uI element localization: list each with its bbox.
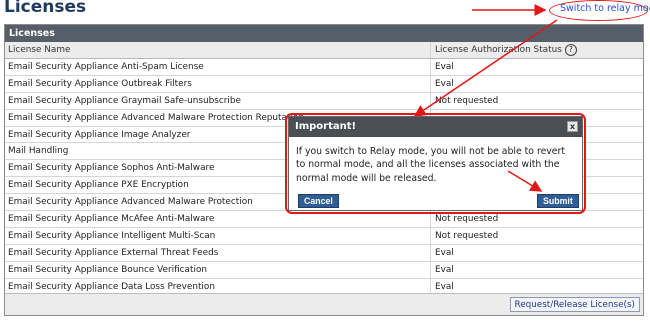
help-icon[interactable]: ? [564, 43, 577, 56]
important-dialog: Important! x If you switch to Relay mode… [288, 116, 583, 211]
table-row: Email Security Appliance External Threat… [5, 244, 643, 262]
panel-footer: Request/Release License(s) [5, 293, 643, 315]
license-status: Eval [435, 264, 454, 275]
license-name: Email Security Appliance Bounce Verifica… [8, 264, 207, 275]
license-name: Email Security Appliance Sophos Anti-Mal… [8, 163, 215, 174]
dialog-header: Important! x [289, 117, 582, 137]
license-name: Email Security Appliance Outbreak Filter… [8, 78, 192, 89]
license-status: Not requested [435, 95, 499, 106]
license-name: Email Security Appliance External Threat… [8, 247, 219, 258]
panel-header: Licenses [5, 25, 643, 42]
table-row: Email Security Appliance Intelligent Mul… [5, 227, 643, 245]
license-name: Email Security Appliance Intelligent Mul… [8, 230, 216, 241]
license-status: Not requested [435, 230, 499, 241]
license-name: Email Security Appliance Anti-Spam Licen… [8, 62, 204, 72]
license-name: Email Security Appliance Advanced Malwar… [8, 197, 253, 208]
license-status: Not requested [435, 214, 499, 225]
license-status: Eval [435, 62, 454, 72]
cancel-button[interactable]: Cancel [298, 194, 339, 208]
license-name: Email Security Appliance Advanced Malwar… [8, 112, 304, 123]
table-row: Email Security Appliance Graymail Safe-u… [5, 92, 643, 110]
table-row: Email Security Appliance Bounce Verifica… [5, 261, 643, 279]
license-status: Eval [435, 247, 454, 258]
close-icon[interactable]: x [567, 121, 578, 132]
submit-button[interactable]: Submit [537, 194, 579, 208]
column-license-name: License Name [8, 45, 71, 55]
request-release-licenses-button[interactable]: Request/Release License(s) [509, 297, 640, 312]
license-name: Mail Handling [8, 146, 69, 157]
table-row: Email Security Appliance McAfee Anti-Mal… [5, 211, 643, 228]
table-row: Email Security Appliance Outbreak Filter… [5, 75, 643, 93]
column-authorization-status: License Authorization Status? [435, 42, 577, 58]
license-status: Eval [435, 78, 454, 89]
table-header-row: License Name License Authorization Statu… [5, 42, 643, 59]
license-name: Email Security Appliance McAfee Anti-Mal… [8, 214, 215, 225]
license-name: Email Security Appliance Image Analyzer [8, 129, 191, 140]
dialog-message: If you switch to Relay mode, you will no… [296, 146, 565, 184]
dialog-title: Important! [295, 121, 357, 132]
page-title: Licenses [4, 0, 87, 17]
license-name: Email Security Appliance PXE Encryption [8, 180, 189, 191]
column-status-label: License Authorization Status [435, 45, 562, 55]
license-name: Email Security Appliance Graymail Safe-u… [8, 95, 241, 106]
table-row: Email Security Appliance Anti-Spam Licen… [5, 59, 643, 76]
switch-to-relay-mode-link[interactable]: Switch to relay mode [560, 3, 650, 14]
